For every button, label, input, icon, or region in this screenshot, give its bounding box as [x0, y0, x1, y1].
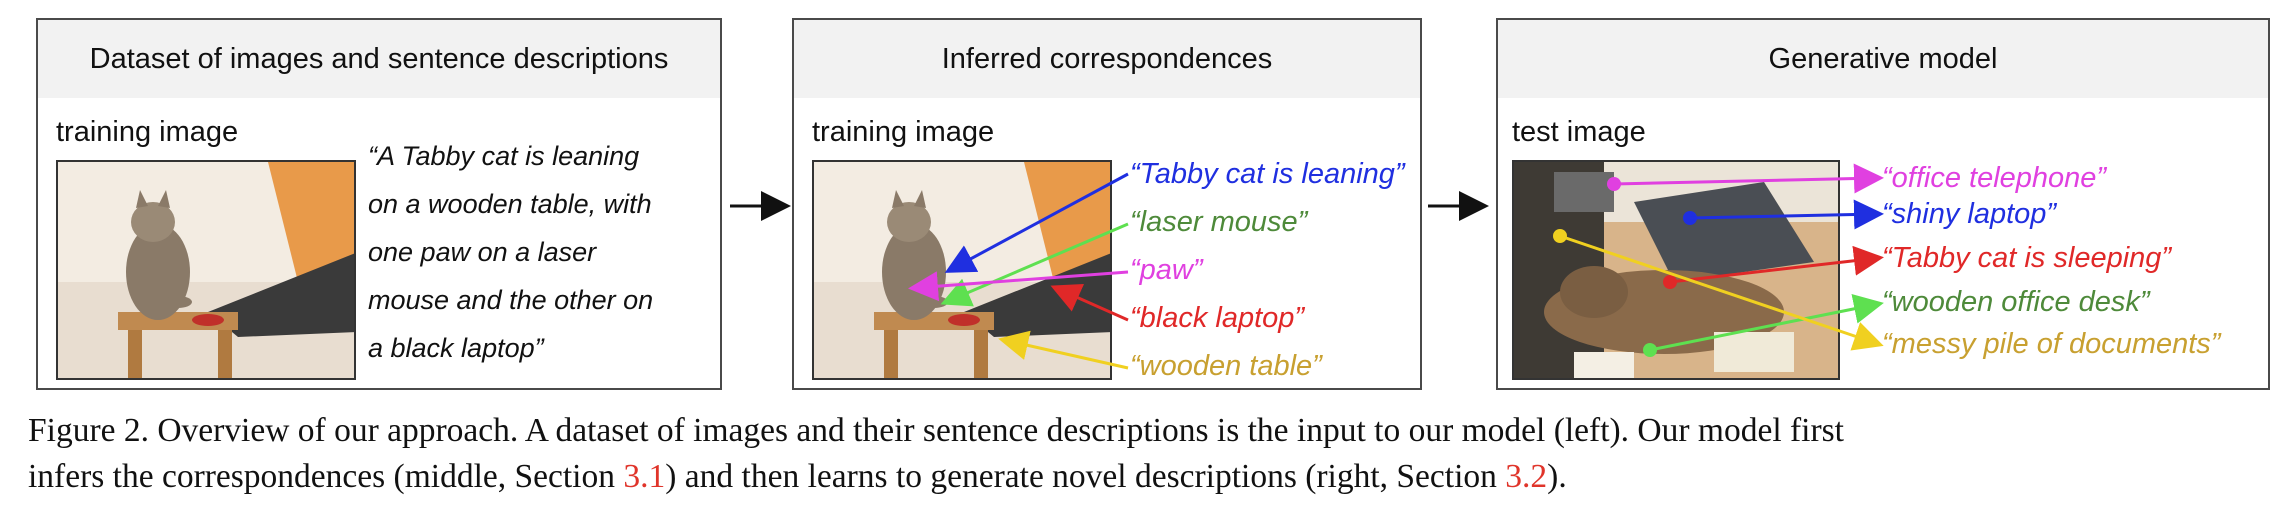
- caption-line-1: Figure 2. Overview of our approach. A da…: [28, 412, 1844, 449]
- caption-text: ).: [1547, 458, 1567, 495]
- correspondence-arrows: [908, 172, 1129, 370]
- caption-line-2: infers the correspondences (middle, Sect…: [28, 454, 2268, 500]
- caption-text: ) and then learns to generate novel desc…: [665, 458, 1506, 495]
- figure-caption: Figure 2. Overview of our approach. A da…: [28, 408, 2268, 500]
- caption-text: infers the correspondences (middle, Sect…: [28, 458, 624, 495]
- generative-panel: Generative model test image “office tele…: [1496, 18, 2270, 390]
- section-ref-3-2[interactable]: 3.2: [1505, 458, 1547, 495]
- inferred-panel: Inferred correspondences training image …: [792, 18, 1422, 390]
- section-ref-3-1[interactable]: 3.1: [623, 458, 665, 495]
- generation-arrows: [1553, 163, 1884, 357]
